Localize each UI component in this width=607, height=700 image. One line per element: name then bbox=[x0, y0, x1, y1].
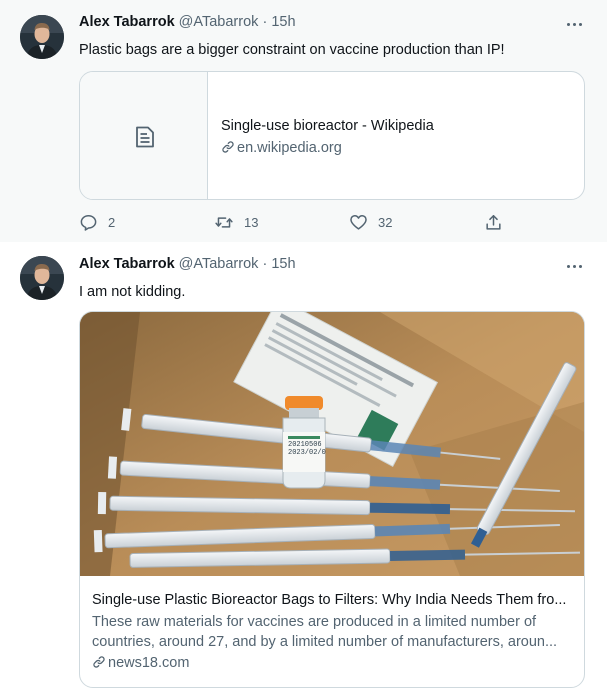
card-description: These raw materials for vaccines are pro… bbox=[92, 612, 574, 652]
reply-icon bbox=[80, 214, 97, 231]
card-domain[interactable]: en.wikipedia.org bbox=[221, 140, 342, 156]
link-card[interactable]: Single-use bioreactor - Wikipedia en.wik… bbox=[79, 71, 585, 200]
separator-dot: · bbox=[262, 256, 268, 272]
vial-label: 20210506 2023/02/0 bbox=[288, 441, 326, 457]
card-thumbnail bbox=[80, 72, 208, 199]
document-icon bbox=[136, 126, 154, 148]
card-domain-text: news18.com bbox=[108, 655, 190, 671]
retweet-button[interactable]: 13 bbox=[214, 212, 258, 232]
tweet-time[interactable]: 15h bbox=[271, 14, 295, 30]
card-description-line: These raw materials for vaccines are pro… bbox=[92, 614, 537, 630]
card-title[interactable]: Single-use bioreactor - Wikipedia bbox=[221, 118, 434, 134]
link-icon bbox=[93, 656, 105, 668]
card-domain[interactable]: news18.com bbox=[92, 655, 189, 671]
tweet-header: Alex Tabarrok @ATabarrok · 15h bbox=[79, 14, 296, 34]
card-title[interactable]: Single-use Plastic Bioreactor Bags to Fi… bbox=[92, 592, 566, 608]
like-button[interactable]: 32 bbox=[349, 212, 392, 232]
more-options-icon[interactable] bbox=[565, 16, 585, 32]
author-handle[interactable]: @ATabarrok bbox=[179, 256, 259, 272]
tweet-text: Plastic bags are a bigger constraint on … bbox=[79, 42, 505, 58]
heart-icon bbox=[350, 214, 367, 230]
tweet[interactable]: Alex Tabarrok @ATabarrok · 15h Plastic b… bbox=[0, 0, 607, 242]
tweet-header: Alex Tabarrok @ATabarrok · 15h bbox=[79, 256, 296, 276]
tweet-text: I am not kidding. bbox=[79, 284, 186, 300]
author-name[interactable]: Alex Tabarrok bbox=[79, 14, 175, 30]
retweet-count: 13 bbox=[244, 214, 259, 230]
card-description-line: countries, around 27, and by a limited n… bbox=[92, 634, 558, 650]
tweet-actions: 2 13 32 bbox=[79, 212, 585, 232]
tweet[interactable]: Alex Tabarrok @ATabarrok · 15h I am not … bbox=[0, 242, 607, 700]
reply-count: 2 bbox=[108, 214, 116, 230]
link-card[interactable]: 20210506 2023/02/0 Single-use Plastic Bi… bbox=[79, 311, 585, 688]
share-icon bbox=[486, 214, 501, 230]
more-options-icon[interactable] bbox=[565, 258, 585, 274]
reply-button[interactable]: 2 bbox=[79, 212, 115, 232]
avatar[interactable] bbox=[20, 256, 64, 300]
separator-dot: · bbox=[262, 14, 268, 30]
retweet-icon bbox=[215, 216, 233, 228]
card-image[interactable]: 20210506 2023/02/0 bbox=[80, 312, 584, 576]
card-domain-text: en.wikipedia.org bbox=[237, 140, 342, 156]
share-button[interactable] bbox=[484, 212, 503, 232]
author-name[interactable]: Alex Tabarrok bbox=[79, 256, 175, 272]
author-handle[interactable]: @ATabarrok bbox=[179, 14, 259, 30]
tweet-time[interactable]: 15h bbox=[271, 256, 295, 272]
like-count: 32 bbox=[378, 214, 393, 230]
link-icon bbox=[222, 141, 234, 153]
avatar[interactable] bbox=[20, 15, 64, 59]
